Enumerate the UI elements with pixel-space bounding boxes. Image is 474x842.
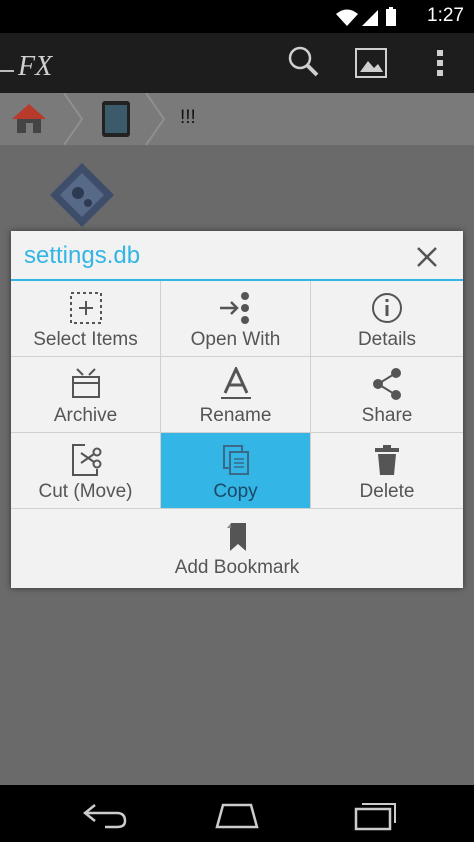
- archive-icon: [71, 368, 100, 398]
- add-bookmark-label: Add Bookmark: [174, 557, 300, 578]
- search-icon[interactable]: [282, 41, 326, 85]
- fx-logo-icon[interactable]: FX: [0, 41, 66, 85]
- details-button[interactable]: Details: [311, 281, 463, 357]
- database-file-icon[interactable]: [50, 163, 114, 227]
- cut-icon: [71, 444, 101, 476]
- wifi-icon: [336, 9, 358, 26]
- breadcrumb: !!!: [0, 93, 474, 145]
- recent-apps-icon[interactable]: [352, 797, 400, 831]
- rename-button[interactable]: Rename: [161, 357, 311, 433]
- action-grid: Select Items Open With Details Archive R…: [11, 281, 463, 588]
- copy-icon: [222, 445, 249, 475]
- rename-label: Rename: [199, 405, 272, 426]
- overflow-menu-icon[interactable]: [418, 41, 462, 85]
- cut-move-label: Cut (Move): [38, 481, 133, 502]
- image-icon[interactable]: [349, 41, 393, 85]
- share-label: Share: [361, 405, 413, 426]
- details-label: Details: [357, 329, 417, 350]
- device-icon: [102, 101, 130, 137]
- delete-button[interactable]: Delete: [311, 433, 463, 509]
- back-icon[interactable]: [81, 797, 129, 831]
- open-with-icon: [219, 292, 249, 324]
- select-items-label: Select Items: [33, 329, 138, 350]
- breadcrumb-device[interactable]: [84, 93, 168, 145]
- delete-label: Delete: [359, 481, 415, 502]
- archive-button[interactable]: Archive: [11, 357, 161, 433]
- clock: 1:27: [427, 5, 464, 26]
- share-icon: [373, 368, 401, 400]
- open-with-button[interactable]: Open With: [161, 281, 311, 357]
- status-icons: [336, 7, 396, 26]
- select-items-button[interactable]: Select Items: [11, 281, 161, 357]
- select-items-icon: [69, 292, 102, 324]
- breadcrumb-current[interactable]: !!!: [180, 107, 196, 129]
- breadcrumb-home[interactable]: [0, 93, 84, 145]
- trash-icon: [375, 445, 399, 475]
- bookmark-icon: [227, 523, 246, 551]
- svg-text:FX: FX: [17, 51, 53, 82]
- rename-icon: [220, 367, 251, 399]
- home-nav-icon[interactable]: [213, 797, 261, 831]
- share-button[interactable]: Share: [311, 357, 463, 433]
- home-icon: [12, 104, 46, 133]
- add-bookmark-button[interactable]: Add Bookmark: [11, 509, 463, 585]
- open-with-label: Open With: [190, 329, 281, 350]
- signal-icon: [362, 10, 378, 26]
- battery-icon: [386, 7, 396, 26]
- copy-label: Copy: [213, 481, 258, 502]
- copy-button[interactable]: Copy: [161, 433, 311, 509]
- archive-label: Archive: [53, 405, 118, 426]
- close-icon[interactable]: [413, 243, 441, 271]
- status-bar: 1:27: [0, 0, 474, 33]
- dialog-title: settings.db: [24, 242, 141, 269]
- info-icon: [372, 293, 402, 323]
- action-bar: FX: [0, 33, 474, 93]
- navigation-bar: [0, 785, 474, 842]
- file-actions-dialog: settings.db Select Items Open With Detai…: [11, 231, 463, 588]
- cut-move-button[interactable]: Cut (Move): [11, 433, 161, 509]
